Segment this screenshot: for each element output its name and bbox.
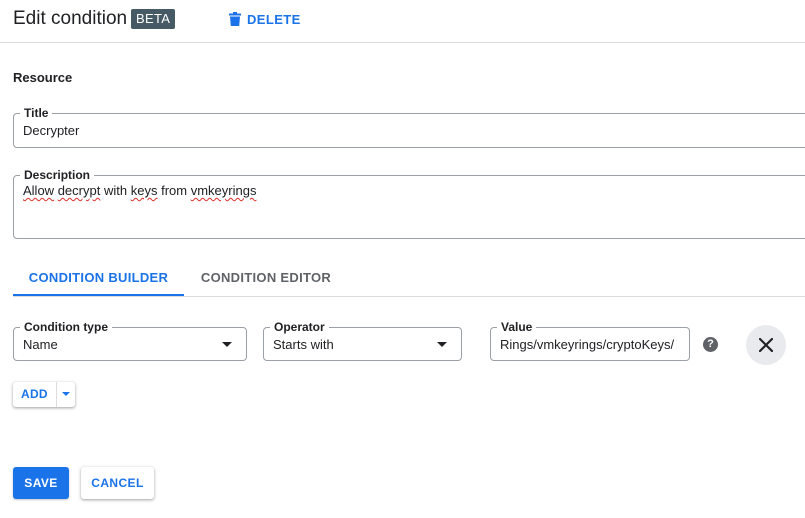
description-field-value[interactable]: Allow decrypt with keys from vmkeyrings <box>23 183 256 198</box>
value-text[interactable]: Rings/vmkeyrings/cryptoKeys/ <box>500 337 674 352</box>
remove-condition-button[interactable] <box>746 325 786 365</box>
tab-condition-builder[interactable]: CONDITION BUILDER <box>13 262 184 296</box>
help-icon[interactable]: ? <box>703 337 718 352</box>
description-word: from <box>161 183 188 198</box>
description-word: vmkeyrings <box>190 183 257 198</box>
close-icon <box>759 338 773 352</box>
page-title: Edit condition <box>13 8 128 29</box>
add-menu-button[interactable] <box>57 382 75 407</box>
operator-label: Operator <box>270 319 329 335</box>
title-field[interactable]: Title Decrypter <box>13 105 805 148</box>
condition-type-label: Condition type <box>20 319 112 335</box>
beta-badge: BETA <box>131 9 176 29</box>
description-word: Allow <box>23 183 55 198</box>
add-button[interactable]: ADD <box>13 382 57 407</box>
tabs-divider <box>13 296 805 297</box>
resource-heading: Resource <box>13 70 73 85</box>
trash-icon <box>229 12 241 26</box>
description-field-label: Description <box>20 167 95 183</box>
value-label: Value <box>497 319 537 335</box>
dropdown-arrow-icon <box>437 342 447 347</box>
description-word: keys <box>130 183 158 198</box>
save-button[interactable]: SAVE <box>13 467 69 499</box>
value-text-clip: Rings/vmkeyrings/cryptoKeys/ <box>500 336 683 354</box>
header: Edit condition BETA DELETE <box>0 0 805 43</box>
delete-button[interactable]: DELETE <box>229 8 301 30</box>
condition-tabs: CONDITION BUILDER CONDITION EDITOR <box>13 262 805 296</box>
condition-type-select[interactable]: Condition type Name <box>13 319 247 361</box>
description-word: decrypt <box>57 183 101 198</box>
description-word: with <box>103 183 128 198</box>
delete-label: DELETE <box>247 11 301 27</box>
description-field[interactable]: Description Allow decrypt with keys from… <box>13 167 805 239</box>
operator-value: Starts with <box>273 337 334 352</box>
operator-select[interactable]: Operator Starts with <box>263 319 462 361</box>
title-field-label: Title <box>20 105 53 121</box>
title-field-value[interactable]: Decrypter <box>23 123 79 138</box>
condition-type-value: Name <box>23 337 58 352</box>
dropdown-arrow-icon <box>222 342 232 347</box>
add-split-button: ADD <box>13 382 75 407</box>
value-input[interactable]: Value Rings/vmkeyrings/cryptoKeys/ <box>490 319 690 361</box>
tab-condition-editor[interactable]: CONDITION EDITOR <box>184 262 348 296</box>
edit-condition-page: Edit condition BETA DELETE Resource Titl… <box>0 0 805 518</box>
cancel-button[interactable]: CANCEL <box>81 467 154 499</box>
chevron-down-icon <box>61 392 70 396</box>
